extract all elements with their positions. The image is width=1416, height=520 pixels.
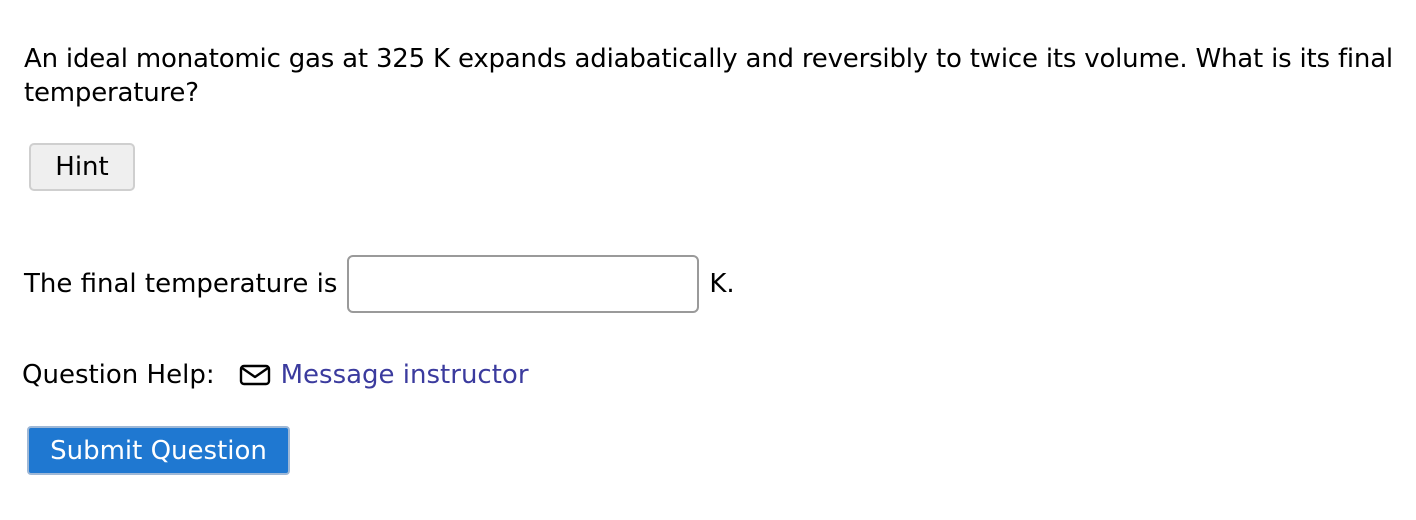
answer-row: The final temperature is K. xyxy=(24,254,735,314)
message-instructor-link[interactable]: Message instructor xyxy=(281,360,529,390)
hint-button[interactable]: Hint xyxy=(29,143,135,191)
mail-icon[interactable] xyxy=(239,363,271,387)
final-temperature-input[interactable] xyxy=(347,255,700,313)
answer-unit-label: K. xyxy=(709,269,735,299)
question-help-row: Question Help: Message instructor xyxy=(22,356,529,394)
question-help-label: Question Help: xyxy=(22,360,215,390)
question-text: An ideal monatomic gas at 325 K expands … xyxy=(24,44,1393,108)
answer-prefix-label: The final temperature is xyxy=(24,269,338,299)
submit-question-button[interactable]: Submit Question xyxy=(27,426,290,475)
